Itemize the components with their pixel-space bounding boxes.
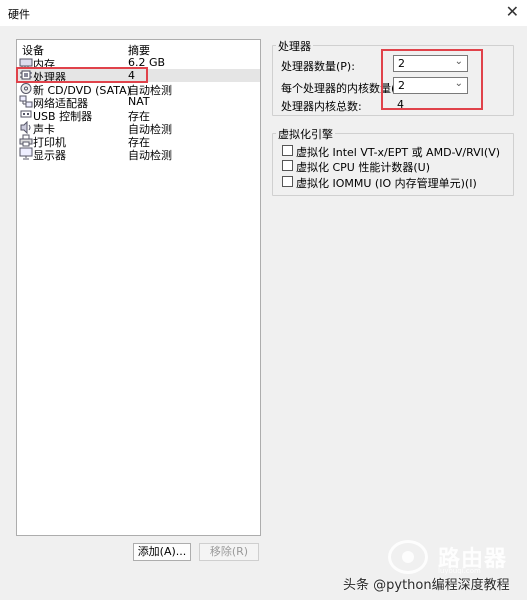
watermark-credit: 头条 @python编程深度教程 [343,578,510,593]
device-summary: 自动检测 [128,149,172,162]
highlight-box-dropdowns [381,49,483,110]
device-name: 显示器 [33,149,66,162]
total-cores-label: 处理器内核总数: [281,100,362,113]
virtualize-cpu-counters-checkbox[interactable] [282,160,293,171]
display-icon [19,147,33,160]
virtualize-iommu-checkbox[interactable] [282,176,293,187]
device-row-sound-card[interactable]: 声卡 自动检测 [17,121,260,136]
remove-button[interactable]: 移除(R) [199,543,259,561]
virtualize-vtx-checkbox[interactable] [282,145,293,156]
device-list: 设备 摘要 内存 6.2 GB 处理器 4 新 CD/DVD (SATA) 自动… [16,39,261,536]
printer-icon [19,134,33,147]
usb-icon [20,110,32,118]
cd-dvd-icon [20,83,32,94]
virtualization-group-title: 虚拟化引擎 [276,126,335,142]
sound-icon [20,121,31,134]
title-bar: 硬件 ✕ [0,0,527,26]
router-logo-icon [388,540,428,574]
highlight-box-processor [16,67,148,83]
window-title: 硬件 [8,8,30,21]
processor-group-title: 处理器 [276,38,313,54]
virtualize-vtx-label: 虚拟化 Intel VT-x/EPT 或 AMD-V/RVI(V) [296,146,501,159]
device-row-cd-dvd[interactable]: 新 CD/DVD (SATA) 自动检测 [17,82,260,97]
virtualize-iommu-label: 虚拟化 IOMMU (IO 内存管理单元)(I) [296,177,477,190]
device-summary: NAT [128,95,150,108]
device-row-network-adapter[interactable]: 网络适配器 NAT [17,95,260,110]
add-button[interactable]: 添加(A)... [133,543,191,561]
device-row-printer[interactable]: 打印机 存在 [17,134,260,149]
device-list-header: 设备 摘要 [17,40,260,57]
close-icon[interactable]: ✕ [506,3,519,21]
virtualize-cpu-counters-label: 虚拟化 CPU 性能计数器(U) [296,161,430,174]
device-row-usb-controller[interactable]: USB 控制器 存在 [17,108,260,123]
device-row-display[interactable]: 显示器 自动检测 [17,147,260,162]
network-adapter-icon [19,95,33,108]
processor-count-label: 处理器数量(P): [281,60,355,73]
